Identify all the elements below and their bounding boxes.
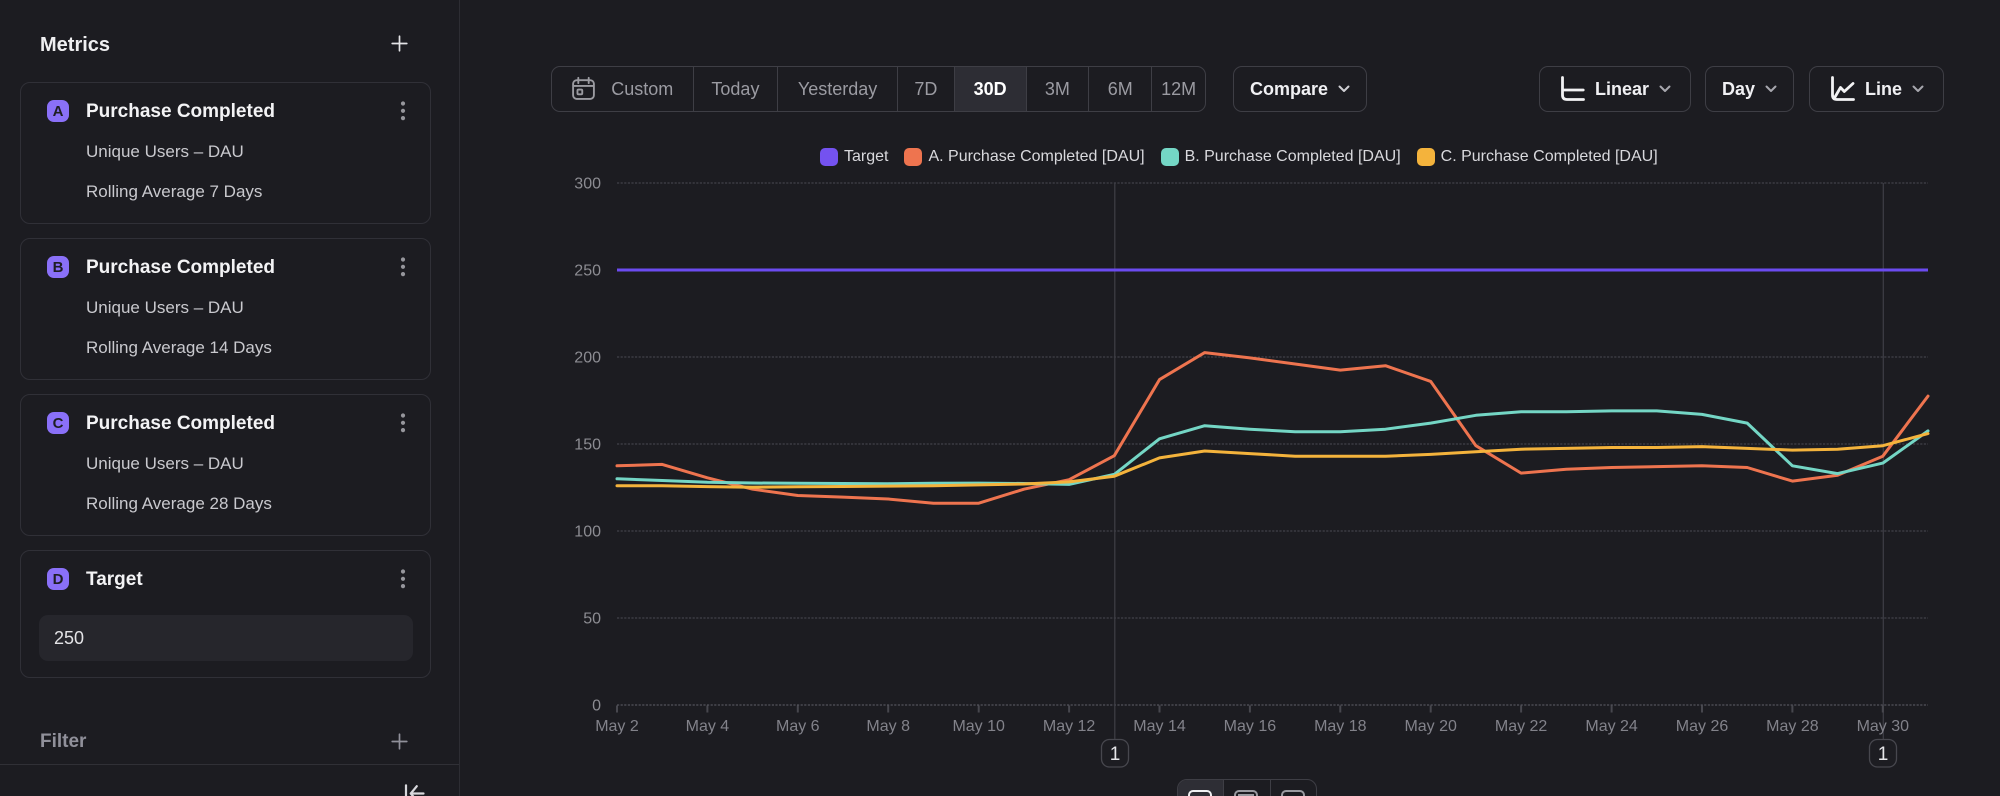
svg-text:May 8: May 8: [866, 718, 910, 735]
svg-text:1: 1: [1878, 744, 1889, 765]
svg-text:1: 1: [1110, 744, 1121, 765]
svg-text:May 30: May 30: [1857, 718, 1910, 735]
svg-text:100: 100: [574, 524, 601, 541]
svg-text:May 14: May 14: [1133, 718, 1186, 735]
svg-text:May 18: May 18: [1314, 718, 1367, 735]
svg-text:200: 200: [574, 350, 601, 367]
svg-text:May 26: May 26: [1676, 718, 1729, 735]
svg-text:May 22: May 22: [1495, 718, 1548, 735]
svg-text:May 28: May 28: [1766, 718, 1819, 735]
svg-text:300: 300: [574, 176, 601, 193]
svg-text:May 24: May 24: [1585, 718, 1638, 735]
svg-text:May 12: May 12: [1043, 718, 1096, 735]
svg-text:May 4: May 4: [686, 718, 730, 735]
svg-text:May 2: May 2: [595, 718, 639, 735]
svg-text:May 6: May 6: [776, 718, 820, 735]
svg-text:0: 0: [592, 698, 601, 715]
svg-text:50: 50: [583, 611, 601, 628]
svg-text:250: 250: [574, 263, 601, 280]
svg-text:May 16: May 16: [1224, 718, 1277, 735]
svg-text:May 10: May 10: [952, 718, 1005, 735]
svg-text:150: 150: [574, 437, 601, 454]
svg-text:May 20: May 20: [1404, 718, 1457, 735]
